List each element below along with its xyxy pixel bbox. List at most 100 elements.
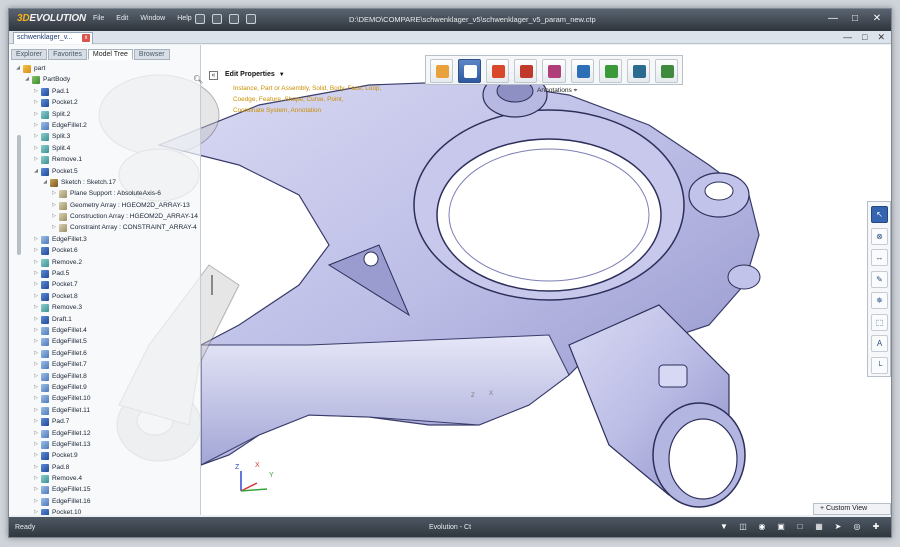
select-arrow-icon[interactable]: ↖ — [871, 206, 888, 223]
undo-icon[interactable] — [195, 14, 205, 24]
tree-item[interactable]: ▷ EdgeFillet.7 — [15, 359, 201, 370]
tree-item[interactable]: ▷ EdgeFillet.12 — [15, 428, 201, 439]
collapse-panel-button[interactable]: « — [209, 71, 218, 80]
document-tab[interactable]: schwenklager_v... x — [13, 32, 93, 44]
select-box-button[interactable] — [626, 59, 650, 83]
print-icon[interactable] — [246, 14, 256, 24]
minimize-button[interactable]: — — [827, 13, 839, 24]
tab-browser[interactable]: Browser — [133, 49, 170, 60]
arrow-icon[interactable]: ➤ — [833, 522, 843, 532]
section-button[interactable] — [514, 59, 538, 83]
display-icon[interactable]: ◫ — [738, 522, 748, 532]
expand-right-icon[interactable]: ▷ — [33, 143, 39, 154]
expand-down-icon[interactable]: ◢ — [42, 177, 48, 188]
filter-icon[interactable]: ▼ — [719, 522, 729, 532]
tree-item[interactable]: ▷ Construction Array : HGEOM2D_ARRAY-14 — [15, 211, 201, 222]
expand-right-icon[interactable]: ▷ — [33, 109, 39, 120]
globe-icon[interactable]: ◎ — [852, 522, 862, 532]
custom-view-button[interactable]: + Custom View — [813, 503, 891, 515]
cancel-icon[interactable]: ⊗ — [871, 227, 888, 245]
expand-right-icon[interactable]: ▷ — [33, 245, 39, 256]
expand-right-icon[interactable]: ▷ — [33, 120, 39, 131]
tree-item[interactable]: ▷ Remove.2 — [15, 257, 201, 268]
expand-right-icon[interactable]: ▷ — [51, 200, 57, 211]
tree-item[interactable]: ▷ EdgeFillet.6 — [15, 348, 201, 359]
doc-close-button[interactable]: ✕ — [877, 32, 885, 43]
expand-right-icon[interactable]: ▷ — [33, 314, 39, 325]
expand-right-icon[interactable]: ▷ — [33, 507, 39, 515]
expand-right-icon[interactable]: ▷ — [33, 462, 39, 473]
close-tab-icon[interactable]: x — [82, 34, 90, 42]
doc-minimize-button[interactable]: — — [843, 32, 852, 43]
tools-button[interactable] — [486, 59, 510, 83]
tree-item[interactable]: ▷ Plane Support : AbsoluteAxis-6 — [15, 188, 201, 199]
tab-favorites[interactable]: Favorites — [48, 49, 87, 60]
coordinate-icon[interactable]: └ — [871, 356, 888, 374]
menu-window[interactable]: Window — [140, 15, 165, 22]
tree-item[interactable]: ▷ EdgeFillet.8 — [15, 371, 201, 382]
tree-item[interactable]: ▷ EdgeFillet.11 — [15, 405, 201, 416]
distance-icon[interactable]: ↔ — [871, 249, 888, 266]
annotations-label[interactable]: Annotations ⌖ — [537, 87, 577, 95]
menu-help[interactable]: Help — [177, 15, 191, 22]
expand-right-icon[interactable]: ▷ — [33, 496, 39, 507]
briefcase-button[interactable] — [654, 59, 678, 83]
tree-item[interactable]: ▷ Pad.8 — [15, 462, 201, 473]
export-button[interactable] — [570, 59, 594, 83]
view-cube-icon[interactable]: □ — [795, 522, 805, 532]
tree-item[interactable]: ▷ Pocket.8 — [15, 291, 201, 302]
close-button[interactable]: ✕ — [871, 13, 883, 24]
tree-item[interactable]: ▷ Pocket.6 — [15, 245, 201, 256]
tree-item[interactable]: ▷ EdgeFillet.16 — [15, 496, 201, 507]
tree-item[interactable]: ◢ Pocket.5 — [15, 166, 201, 177]
box-icon[interactable]: ⬚ — [871, 313, 888, 331]
expand-right-icon[interactable]: ▷ — [33, 97, 39, 108]
pin-icon[interactable]: ⌖ — [574, 87, 578, 94]
tree-item[interactable]: ▷ Split.3 — [15, 131, 201, 142]
tree-item[interactable]: ▷ Geometry Array : HGEOM2D_ARRAY-13 — [15, 200, 201, 211]
tree-item[interactable]: ▷ Split.2 — [15, 109, 201, 120]
compare-button[interactable] — [542, 59, 566, 83]
tree-item[interactable]: ▷ EdgeFillet.4 — [15, 325, 201, 336]
tree-item[interactable]: ▷ EdgeFillet.13 — [15, 439, 201, 450]
expand-right-icon[interactable]: ▷ — [33, 416, 39, 427]
expand-right-icon[interactable]: ▷ — [33, 405, 39, 416]
tree-item[interactable]: ▷ Remove.3 — [15, 302, 201, 313]
expand-down-icon[interactable]: ◢ — [24, 74, 30, 85]
measure-button[interactable] — [430, 59, 454, 83]
axis-icon[interactable]: ✵ — [871, 292, 888, 309]
tree-item[interactable]: ▷ EdgeFillet.15 — [15, 484, 201, 495]
viewport[interactable]: Z X Explorer Favorites Model Tree Browse… — [9, 45, 891, 515]
maximize-button[interactable]: □ — [849, 13, 861, 24]
tree-item[interactable]: ◢ PartBody — [15, 74, 201, 85]
edit-properties-title[interactable]: Edit Properties ▼ — [225, 71, 285, 78]
tree-item[interactable]: ▷ Pad.7 — [15, 416, 201, 427]
fit-button[interactable] — [598, 59, 622, 83]
expand-right-icon[interactable]: ▷ — [33, 257, 39, 268]
tree-item[interactable]: ▷ Pad.5 — [15, 268, 201, 279]
eye-icon[interactable]: ◉ — [757, 522, 767, 532]
tree-item[interactable]: ▷ Remove.1 — [15, 154, 201, 165]
doc-restore-button[interactable]: □ — [862, 32, 867, 43]
panel-splitter-handle[interactable] — [211, 275, 213, 295]
expand-right-icon[interactable]: ▷ — [33, 428, 39, 439]
expand-right-icon[interactable]: ▷ — [51, 188, 57, 199]
tree-item[interactable]: ▷ Pad.1 — [15, 86, 201, 97]
menu-edit[interactable]: Edit — [116, 15, 128, 22]
expand-right-icon[interactable]: ▷ — [33, 382, 39, 393]
tree-item[interactable]: ▷ Pocket.7 — [15, 279, 201, 290]
expand-right-icon[interactable]: ▷ — [33, 131, 39, 142]
text-note-icon[interactable]: ✎ — [871, 270, 888, 288]
tree-item[interactable]: ▷ EdgeFillet.5 — [15, 336, 201, 347]
tree-item[interactable]: ▷ EdgeFillet.3 — [15, 234, 201, 245]
expand-down-icon[interactable]: ◢ — [33, 166, 39, 177]
expand-right-icon[interactable]: ▷ — [33, 154, 39, 165]
tab-model-tree[interactable]: Model Tree — [87, 49, 133, 60]
expand-right-icon[interactable]: ▷ — [33, 450, 39, 461]
expand-right-icon[interactable]: ▷ — [33, 336, 39, 347]
tree-item[interactable]: ▷ Draft.1 — [15, 314, 201, 325]
tab-explorer[interactable]: Explorer — [11, 49, 48, 60]
expand-right-icon[interactable]: ▷ — [33, 473, 39, 484]
expand-right-icon[interactable]: ▷ — [33, 359, 39, 370]
open-folder-icon[interactable] — [212, 14, 222, 24]
